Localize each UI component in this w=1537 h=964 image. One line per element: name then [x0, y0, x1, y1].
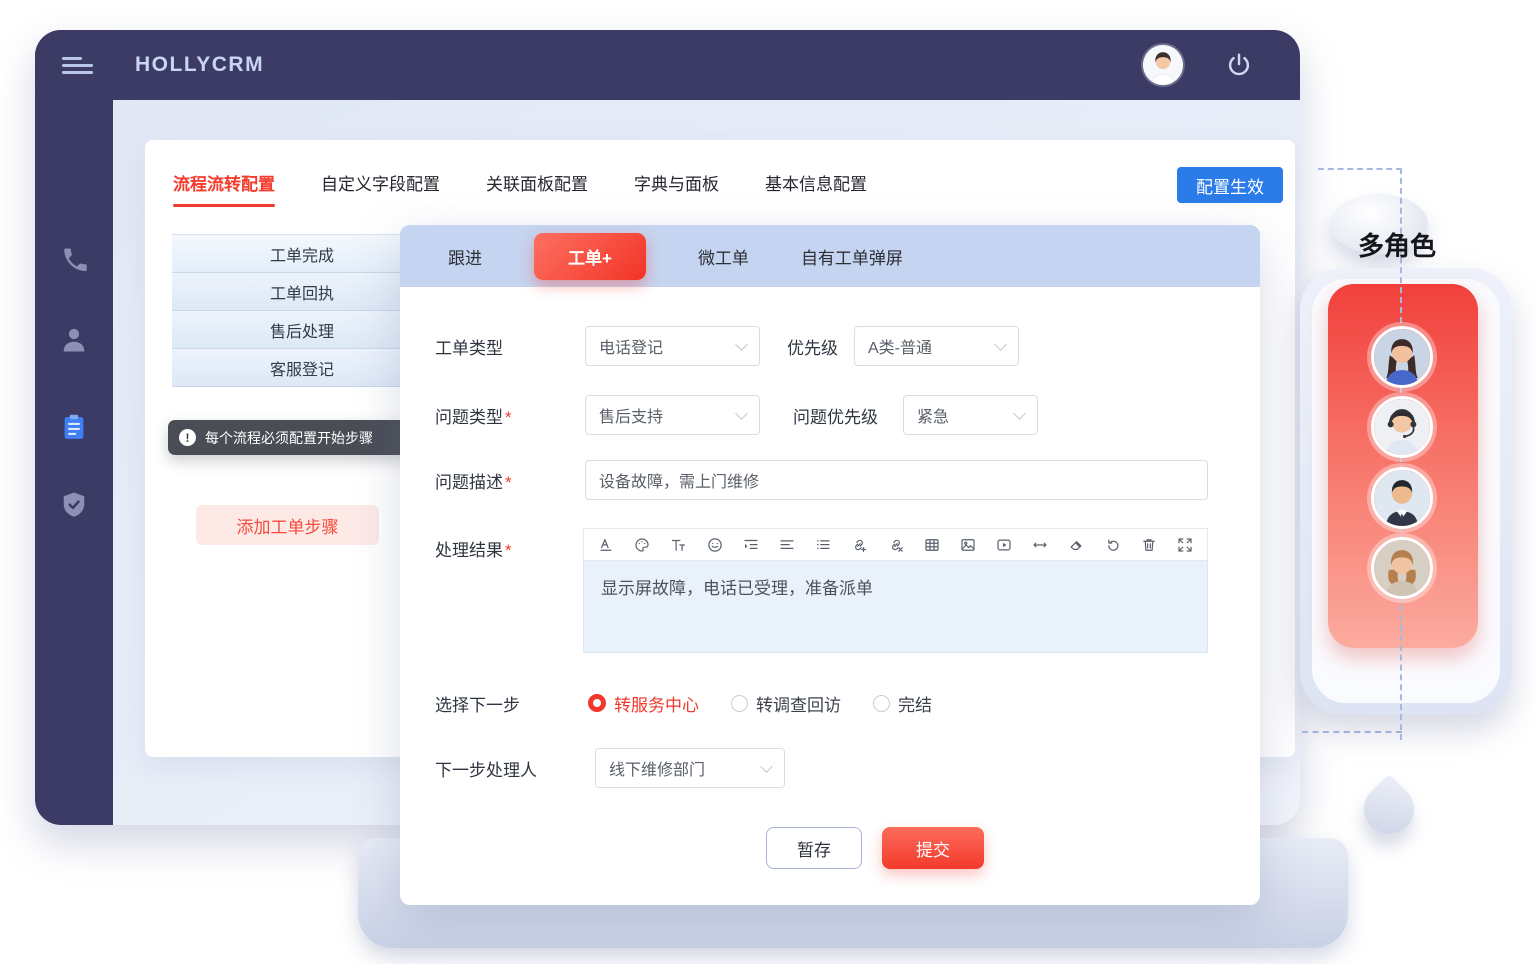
- result-editor-content[interactable]: 显示屏故障，电话已受理，准备派单: [583, 561, 1208, 653]
- exclamation-icon: !: [179, 429, 196, 446]
- issue-type-label: 问题类型*: [435, 403, 585, 428]
- worklist-icon[interactable]: [59, 412, 89, 442]
- issue-type-select[interactable]: 售后支持: [585, 395, 760, 435]
- table-icon[interactable]: [923, 536, 941, 554]
- workflow-step-list: 工单完成 工单回执 售后处理 客服登记: [172, 234, 432, 387]
- issue-desc-input[interactable]: 设备故障，需上门维修: [585, 460, 1208, 500]
- font-size-icon[interactable]: [669, 536, 687, 554]
- issue-priority-label: 问题优先级: [793, 403, 878, 428]
- form-row-result: 处理结果*: [435, 528, 585, 568]
- tab-custom-fields[interactable]: 自定义字段配置: [321, 170, 440, 207]
- radio-finish[interactable]: 完结: [873, 691, 932, 716]
- drop-decoration: [1354, 774, 1425, 845]
- workflow-tooltip: ! 每个流程必须配置开始步骤: [168, 420, 422, 455]
- form-row-next-step: 选择下一步 转服务中心 转调查回访 完结: [435, 683, 932, 723]
- video-icon[interactable]: [995, 536, 1013, 554]
- result-label: 处理结果*: [435, 536, 585, 561]
- form-row-issue-desc: 问题描述* 设备故障，需上门维修: [435, 460, 1208, 500]
- tab-ticket-plus[interactable]: 工单+: [534, 233, 646, 280]
- ticket-modal: 跟进 工单+ 微工单 自有工单弹屏 工单类型 电话登记 优先级 A类-普通 问题…: [400, 225, 1260, 905]
- radio-icon[interactable]: [731, 695, 748, 712]
- form-row-ticket-type: 工单类型 电话登记 优先级 A类-普通: [435, 326, 1019, 366]
- ticket-modal-tabs: 跟进 工单+ 微工单 自有工单弹屏: [400, 225, 1260, 287]
- submit-button[interactable]: 提交: [882, 827, 984, 869]
- role-avatar-4: [1371, 537, 1433, 599]
- tab-process-flow[interactable]: 流程流转配置: [173, 170, 275, 207]
- workflow-step-item[interactable]: 工单完成: [172, 235, 432, 273]
- next-handler-select[interactable]: 线下维修部门: [595, 748, 785, 788]
- horizontal-rule-icon[interactable]: [1031, 536, 1049, 554]
- issue-type-value: 售后支持: [599, 403, 663, 427]
- undo-icon[interactable]: [1104, 536, 1122, 554]
- list-icon[interactable]: [814, 536, 832, 554]
- eraser-icon[interactable]: [1067, 536, 1085, 554]
- radio-icon[interactable]: [873, 695, 890, 712]
- trash-icon[interactable]: [1140, 536, 1158, 554]
- apply-config-button[interactable]: 配置生效: [1177, 167, 1283, 203]
- phone-icon[interactable]: [59, 245, 89, 275]
- chevron-down-icon: [760, 760, 773, 773]
- font-style-icon[interactable]: [597, 536, 615, 554]
- fullscreen-icon[interactable]: [1176, 536, 1194, 554]
- priority-value: A类-普通: [868, 334, 932, 358]
- tab-micro-ticket[interactable]: 微工单: [698, 244, 749, 269]
- user-icon[interactable]: [59, 325, 89, 355]
- link-add-icon[interactable]: [850, 536, 868, 554]
- radio-transfer-service-center[interactable]: 转服务中心: [588, 691, 699, 716]
- palette-icon[interactable]: [633, 536, 651, 554]
- image-icon[interactable]: [959, 536, 977, 554]
- editor-toolbar: [583, 528, 1208, 561]
- workflow-step-item[interactable]: 工单回执: [172, 273, 432, 311]
- issue-priority-select[interactable]: 紧急: [903, 395, 1038, 435]
- workflow-step-item[interactable]: 售后处理: [172, 311, 432, 349]
- chevron-down-icon: [735, 338, 748, 351]
- form-row-issue-type: 问题类型* 售后支持 问题优先级 紧急: [435, 395, 1038, 435]
- annotation-dash-line: [1302, 731, 1402, 733]
- shield-check-icon[interactable]: [59, 490, 89, 520]
- radio-transfer-survey[interactable]: 转调查回访: [731, 691, 841, 716]
- tab-basic-info[interactable]: 基本信息配置: [765, 170, 867, 207]
- save-draft-button[interactable]: 暂存: [766, 827, 862, 869]
- ticket-type-value: 电话登记: [599, 334, 663, 358]
- user-avatar[interactable]: [1143, 45, 1183, 85]
- tab-dictionary-panel[interactable]: 字典与面板: [634, 170, 719, 207]
- issue-priority-value: 紧急: [917, 403, 949, 427]
- link-remove-icon[interactable]: [887, 536, 905, 554]
- menu-toggle-icon[interactable]: [62, 57, 94, 74]
- next-step-label: 选择下一步: [435, 691, 585, 716]
- form-row-next-handler: 下一步处理人 线下维修部门: [435, 748, 785, 788]
- power-icon[interactable]: [1225, 51, 1253, 79]
- sidebar: [35, 30, 113, 825]
- chevron-down-icon: [1013, 407, 1026, 420]
- issue-desc-label: 问题描述*: [435, 468, 585, 493]
- ticket-type-label: 工单类型: [435, 334, 585, 359]
- brand-logo: HOLLYCRM: [135, 30, 264, 100]
- priority-label: 优先级: [787, 334, 838, 359]
- tab-own-ticket-popup[interactable]: 自有工单弹屏: [801, 244, 903, 269]
- role-avatar-2: [1371, 396, 1433, 458]
- priority-select[interactable]: A类-普通: [854, 326, 1019, 366]
- tab-follow-up[interactable]: 跟进: [448, 244, 482, 269]
- chevron-down-icon: [994, 338, 1007, 351]
- chevron-down-icon: [735, 407, 748, 420]
- tooltip-text: 每个流程必须配置开始步骤: [205, 428, 373, 448]
- ticket-type-select[interactable]: 电话登记: [585, 326, 760, 366]
- next-handler-label: 下一步处理人: [435, 756, 585, 781]
- role-avatar-3: [1371, 467, 1433, 529]
- app-header: HOLLYCRM: [35, 30, 1300, 100]
- add-step-button[interactable]: 添加工单步骤: [196, 505, 379, 545]
- align-icon[interactable]: [778, 536, 796, 554]
- annotation-dash-line: [1318, 168, 1402, 170]
- workflow-step-item[interactable]: 客服登记: [172, 349, 432, 387]
- tab-linked-panel[interactable]: 关联面板配置: [486, 170, 588, 207]
- radio-checked-icon[interactable]: [588, 694, 606, 712]
- multi-role-label: 多角色: [1358, 226, 1436, 263]
- emoji-icon[interactable]: [706, 536, 724, 554]
- next-handler-value: 线下维修部门: [609, 756, 705, 780]
- config-tabs: 流程流转配置 自定义字段配置 关联面板配置 字典与面板 基本信息配置: [173, 170, 867, 207]
- indent-icon[interactable]: [742, 536, 760, 554]
- rich-text-editor: 显示屏故障，电话已受理，准备派单: [583, 528, 1208, 653]
- role-avatar-1: [1371, 326, 1433, 388]
